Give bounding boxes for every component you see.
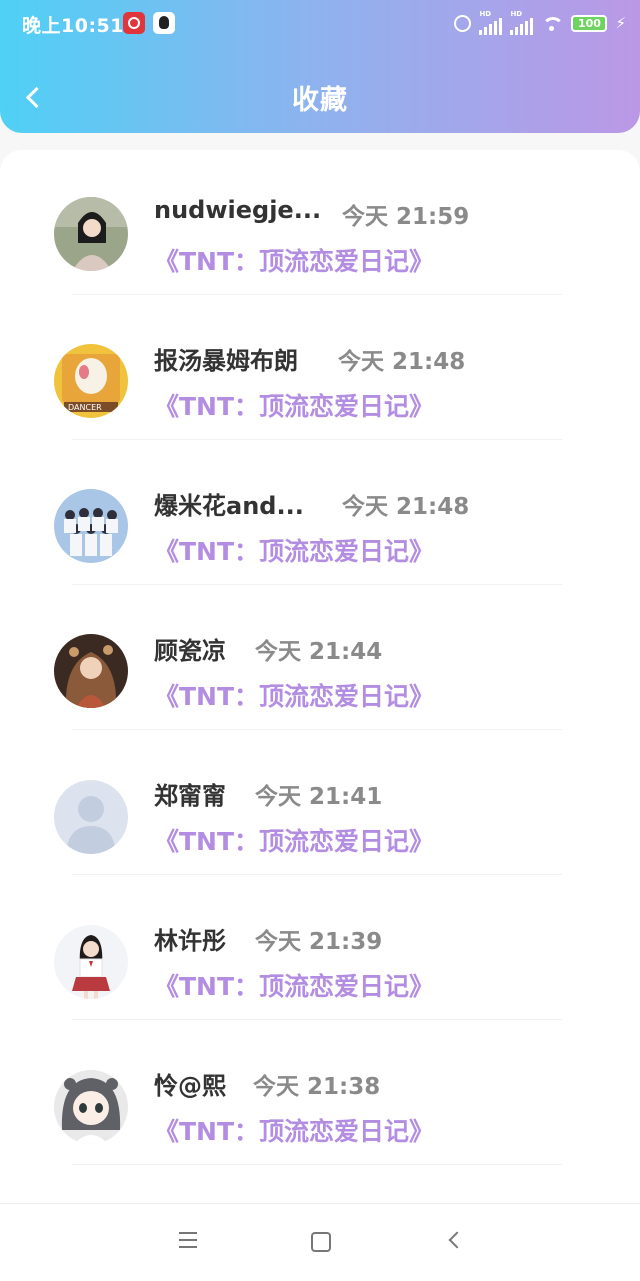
- svg-text:DANCER: DANCER: [68, 403, 102, 412]
- charging-icon: ⚡: [615, 14, 626, 32]
- battery-icon: 100: [571, 14, 608, 32]
- favorite-time: 今天 21:44: [255, 639, 383, 665]
- alarm-icon: [454, 14, 472, 32]
- wifi-icon: [541, 14, 564, 32]
- avatar[interactable]: [54, 780, 128, 854]
- avatar[interactable]: [54, 634, 128, 708]
- list-item[interactable]: nudwiegje... 今天 21:59 《TNT：顶流恋爱日记》: [0, 150, 640, 295]
- favorite-time: 今天 21:38: [253, 1074, 381, 1100]
- list-item[interactable]: 爆米花and... 今天 21:48 《TNT：顶流恋爱日记》: [0, 440, 640, 585]
- home-icon[interactable]: [311, 1232, 331, 1252]
- avatar[interactable]: [54, 489, 128, 563]
- book-title-link[interactable]: 《TNT：顶流恋爱日记》: [154, 242, 434, 278]
- status-time: 晚上10:51: [22, 15, 124, 37]
- page-title: 收藏: [292, 85, 348, 116]
- user-name: 林许彤: [154, 927, 226, 955]
- avatar[interactable]: [54, 1070, 128, 1144]
- qq-app-icon: [153, 12, 175, 34]
- user-name: 怜@熙: [154, 1072, 226, 1100]
- list-item[interactable]: 顾瓷凉 今天 21:44 《TNT：顶流恋爱日记》: [0, 585, 640, 730]
- user-name: 报汤暴姆布朗: [154, 347, 298, 375]
- favorite-time: 今天 21:48: [338, 349, 466, 375]
- avatar[interactable]: [54, 197, 128, 271]
- hd-label-2: HD: [510, 9, 523, 18]
- system-nav-bar: [0, 1203, 640, 1281]
- book-title-link[interactable]: 《TNT：顶流恋爱日记》: [154, 532, 434, 568]
- avatar[interactable]: [54, 925, 128, 999]
- list-item[interactable]: 郑甯甯 今天 21:41 《TNT：顶流恋爱日记》: [0, 730, 640, 875]
- book-title-link[interactable]: 《TNT：顶流恋爱日记》: [154, 967, 434, 1003]
- book-title-link[interactable]: 《TNT：顶流恋爱日记》: [154, 822, 434, 858]
- user-name: nudwiegje...: [154, 196, 322, 224]
- favorite-time: 今天 21:39: [255, 929, 383, 955]
- user-name: 顾瓷凉: [154, 637, 226, 665]
- user-name: 郑甯甯: [154, 782, 226, 810]
- favorite-time: 今天 21:59: [342, 204, 470, 230]
- status-bar: 晚上10:51 HD HD 100 ⚡: [0, 0, 640, 46]
- user-name: 爆米花and...: [154, 492, 304, 520]
- back-icon[interactable]: [448, 1231, 466, 1249]
- favorites-list: nudwiegje... 今天 21:59 《TNT：顶流恋爱日记》 DANCE…: [0, 150, 640, 1203]
- app-header: 晚上10:51 HD HD 100 ⚡ 收藏: [0, 0, 640, 133]
- list-item[interactable]: DANCER 报汤暴姆布朗 今天 21:48 《TNT：顶流恋爱日记》: [0, 295, 640, 440]
- favorite-time: 今天 21:41: [255, 784, 383, 810]
- divider: [72, 1164, 562, 1165]
- music-app-icon: [123, 12, 145, 34]
- signal-icon-2: HD: [510, 9, 534, 35]
- menu-icon[interactable]: [179, 1232, 197, 1248]
- signal-icon: HD: [479, 9, 503, 35]
- book-title-link[interactable]: 《TNT：顶流恋爱日记》: [154, 677, 434, 713]
- book-title-link[interactable]: 《TNT：顶流恋爱日记》: [154, 387, 434, 423]
- avatar[interactable]: DANCER: [54, 344, 128, 418]
- list-item[interactable]: 怜@熙 今天 21:38 《TNT：顶流恋爱日记》: [0, 1020, 640, 1165]
- hd-label: HD: [479, 9, 492, 18]
- list-item[interactable]: 林许彤 今天 21:39 《TNT：顶流恋爱日记》: [0, 875, 640, 1020]
- book-title-link[interactable]: 《TNT：顶流恋爱日记》: [154, 1112, 434, 1148]
- status-indicators: HD HD 100 ⚡: [454, 10, 626, 36]
- favorite-time: 今天 21:48: [342, 494, 470, 520]
